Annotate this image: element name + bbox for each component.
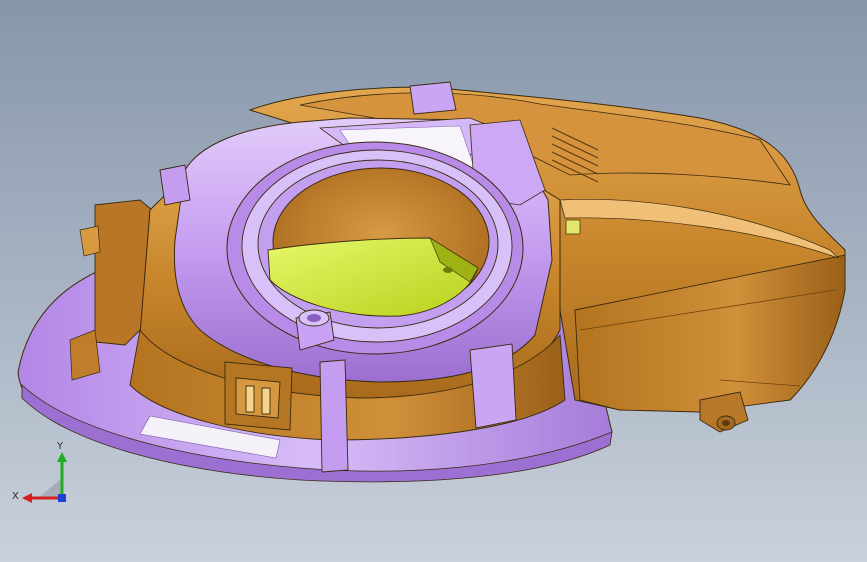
front-latch xyxy=(224,361,293,431)
y-axis-label: Y xyxy=(57,441,64,452)
axis-triad: Y X xyxy=(10,438,80,508)
3d-model[interactable] xyxy=(0,0,867,562)
axis-triad-graphic xyxy=(22,452,67,503)
cad-viewport[interactable]: Y X xyxy=(0,0,867,562)
x-axis-label: X xyxy=(12,491,19,502)
housing-tab xyxy=(565,219,581,235)
